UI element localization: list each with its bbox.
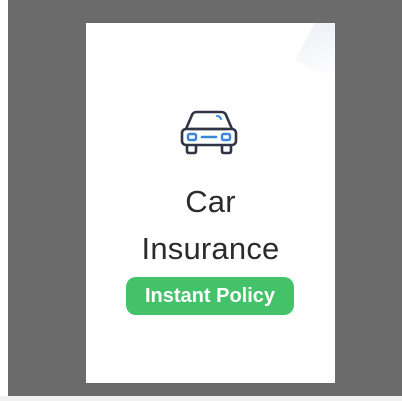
car-icon [178, 107, 240, 157]
card-corner-decoration [295, 23, 335, 79]
car-insurance-card[interactable]: Car Insurance Instant Policy [86, 23, 335, 383]
bottom-strip [0, 396, 402, 401]
card-title-line1: Car [185, 184, 236, 219]
card-title-line2: Insurance [141, 231, 280, 266]
instant-policy-badge: Instant Policy [126, 277, 294, 315]
